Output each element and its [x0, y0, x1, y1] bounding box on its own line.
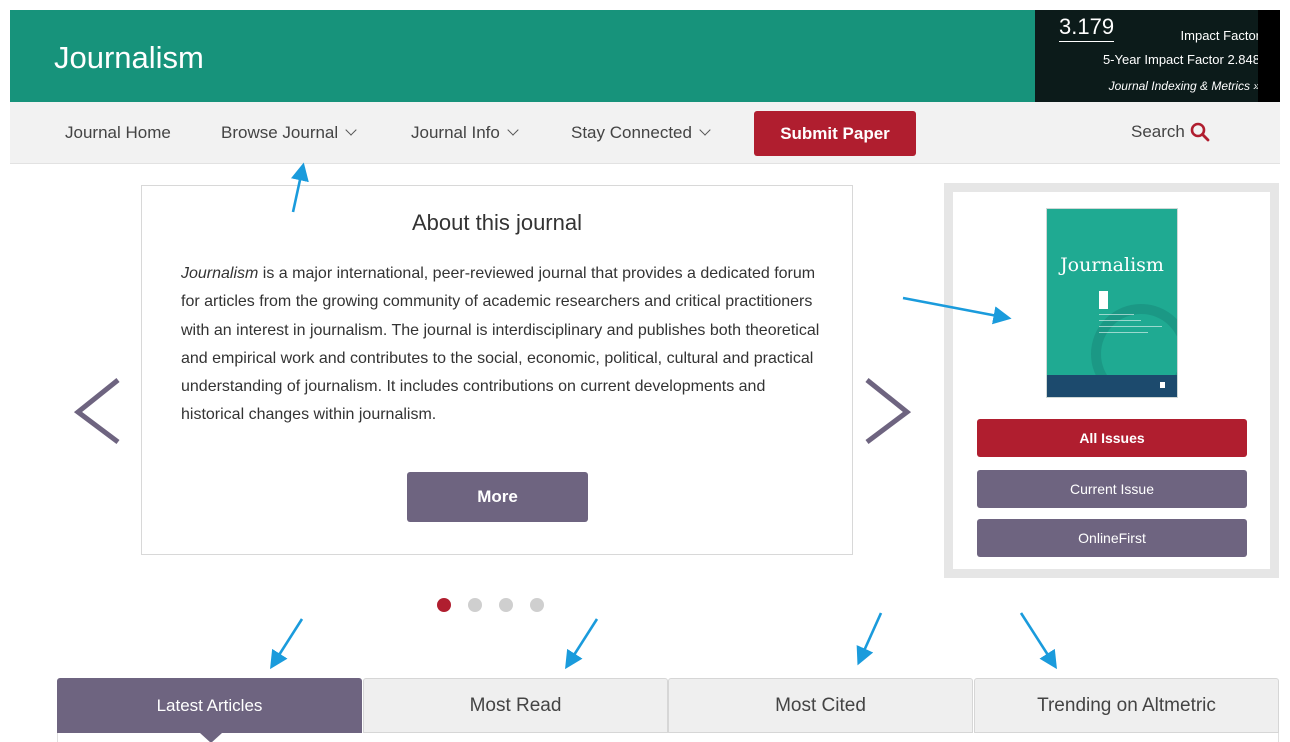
- slider-dot-3[interactable]: [499, 598, 513, 612]
- five-year-impact-factor: 5-Year Impact Factor 2.848: [1102, 52, 1260, 67]
- annotation-arrow-most-read: [565, 618, 599, 670]
- impact-factor-value: 3.179: [1059, 14, 1115, 42]
- tab-content-border: [57, 733, 1279, 742]
- annotation-arrow-latest: [270, 618, 304, 670]
- online-first-button[interactable]: OnlineFirst: [977, 519, 1247, 557]
- annotation-arrow-trending: [1019, 612, 1057, 670]
- tab-most-cited[interactable]: Most Cited: [668, 678, 973, 733]
- cover-bottom-bar: [1047, 375, 1177, 397]
- nav-journal-info-label: Journal Info: [411, 123, 500, 142]
- tab-trending-altmetric[interactable]: Trending on Altmetric: [974, 678, 1279, 733]
- impact-factor-label: Impact Factor: [1180, 28, 1260, 43]
- chevron-down-icon: [507, 124, 519, 136]
- about-journal-name: Journalism: [181, 265, 259, 282]
- tab-latest-articles[interactable]: Latest Articles: [57, 678, 362, 733]
- journal-indexing-link[interactable]: Journal Indexing & Metrics »: [1109, 79, 1260, 93]
- search-icon: [1190, 122, 1210, 142]
- more-button[interactable]: More: [407, 472, 588, 522]
- issue-side-panel: Journalism All Issues Current Issue Onli…: [944, 183, 1279, 578]
- nav-browse-journal-label: Browse Journal: [221, 123, 339, 142]
- chevron-down-icon: [345, 124, 357, 136]
- submit-paper-button[interactable]: Submit Paper: [754, 111, 916, 156]
- previous-slide-arrow-icon[interactable]: [73, 375, 123, 445]
- nav-journal-home-label: Journal Home: [65, 123, 171, 142]
- nav-journal-home[interactable]: Journal Home: [65, 123, 171, 143]
- annotation-arrow-most-cited: [856, 612, 883, 666]
- nav-browse-journal[interactable]: Browse Journal: [221, 123, 357, 143]
- metrics-edge-strip: [1258, 10, 1280, 102]
- slider-dot-2[interactable]: [468, 598, 482, 612]
- nav-stay-connected-label: Stay Connected: [571, 123, 692, 142]
- chevron-down-icon: [699, 124, 711, 136]
- cover-j-mark: [1099, 291, 1108, 309]
- about-body-text: is a major international, peer-reviewed …: [181, 265, 820, 424]
- slider-dots: [437, 598, 544, 612]
- active-tab-caret: [200, 733, 222, 742]
- journal-title[interactable]: Journalism: [54, 40, 204, 76]
- search-button[interactable]: Search: [1131, 122, 1210, 142]
- about-heading: About this journal: [412, 210, 582, 235]
- nav-stay-connected[interactable]: Stay Connected: [571, 123, 711, 143]
- slider-dot-1[interactable]: [437, 598, 451, 612]
- article-tabs: Latest Articles Most Read Most Cited Tre…: [57, 678, 1279, 742]
- all-issues-button[interactable]: All Issues: [977, 419, 1247, 457]
- next-slide-arrow-icon[interactable]: [862, 375, 912, 445]
- cover-title: Journalism: [1060, 254, 1164, 276]
- nav-journal-info[interactable]: Journal Info: [411, 123, 519, 143]
- tab-most-read[interactable]: Most Read: [363, 678, 668, 733]
- journal-header: Journalism 3.179 Impact Factor 5-Year Im…: [10, 10, 1280, 102]
- slider-dot-4[interactable]: [530, 598, 544, 612]
- about-journal-panel: About this journal Journalism is a major…: [141, 185, 853, 555]
- journal-cover-image[interactable]: Journalism: [1046, 208, 1178, 398]
- about-description: Journalism is a major international, pee…: [181, 260, 821, 430]
- metrics-panel: 3.179 Impact Factor 5-Year Impact Factor…: [1035, 10, 1280, 102]
- search-label: Search: [1131, 122, 1185, 141]
- cover-text-lines: [1099, 314, 1169, 354]
- current-issue-button[interactable]: Current Issue: [977, 470, 1247, 508]
- main-nav: Journal Home Browse Journal Journal Info…: [10, 102, 1280, 164]
